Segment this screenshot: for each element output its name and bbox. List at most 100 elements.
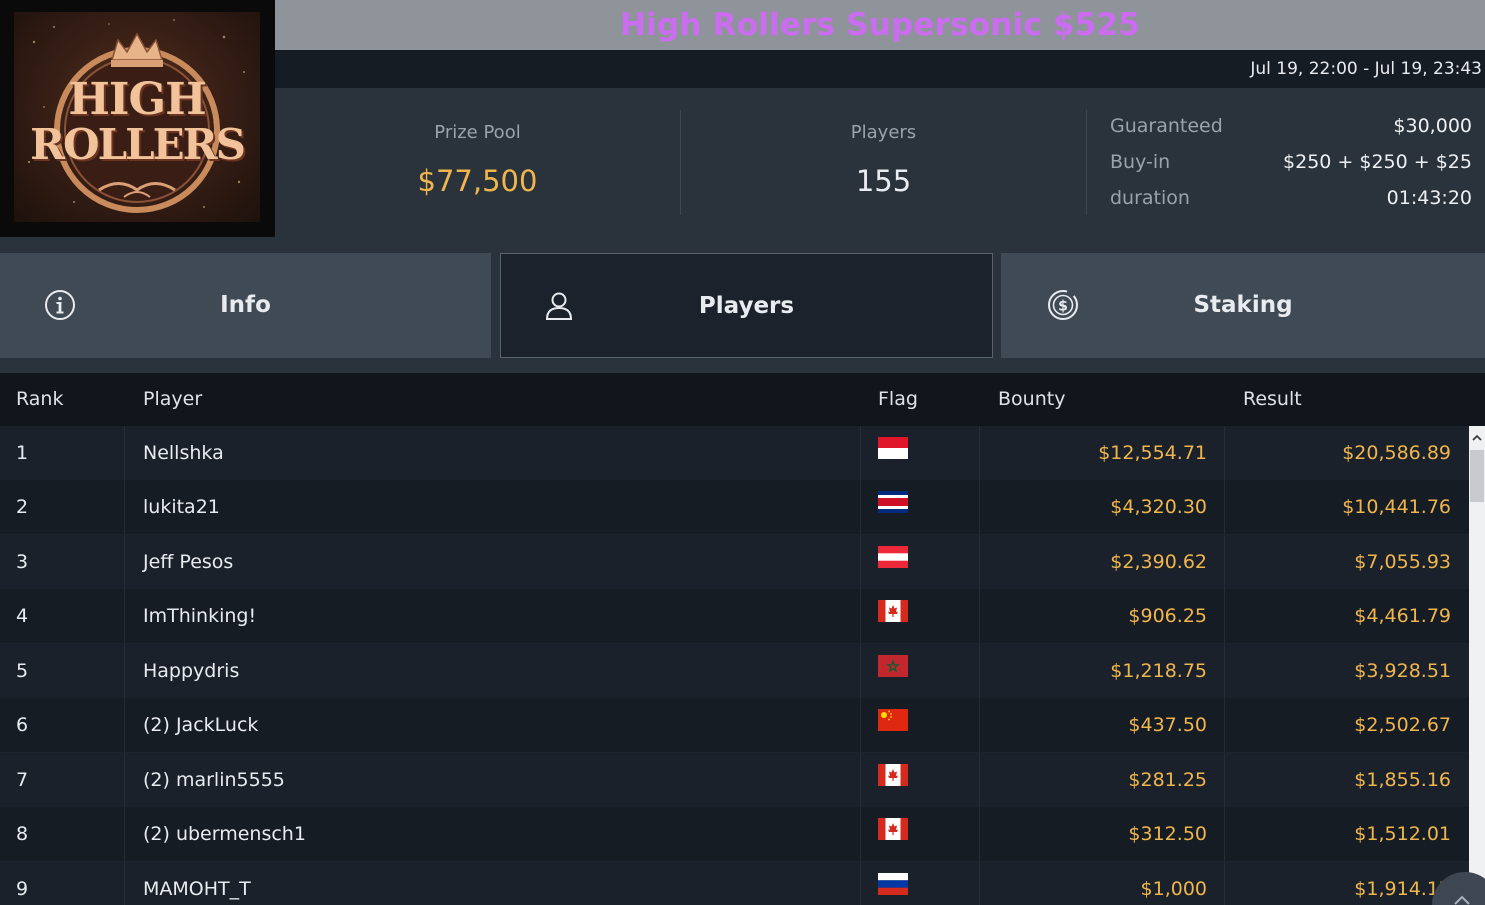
chevron-up-icon: [1454, 895, 1470, 905]
flag-cell: [878, 818, 908, 840]
rank-cell: 9: [16, 878, 29, 900]
player-name-cell[interactable]: Nellshka: [143, 426, 224, 480]
morocco-flag-icon: [878, 655, 908, 677]
logo-text-line1: HIGH: [68, 74, 206, 125]
indonesia-flag-icon: [878, 437, 908, 459]
result-cell: $10,441.76: [1342, 496, 1451, 518]
tournament-title-bar: High Rollers Supersonic $525: [275, 0, 1485, 50]
column-divider: [1224, 753, 1225, 807]
result-cell: $4,461.79: [1354, 605, 1451, 627]
table-row[interactable]: 8 (2) ubermensch1 $312.50 $1,512.01: [0, 807, 1469, 862]
column-divider: [860, 862, 861, 905]
flag-cell: [878, 546, 908, 568]
table-row[interactable]: 2 lukita21 $4,320.30 $10,441.76: [0, 480, 1469, 535]
bounty-cell: $281.25: [1128, 769, 1207, 791]
column-divider: [860, 589, 861, 643]
player-name-cell[interactable]: (2) JackLuck: [143, 698, 258, 752]
austria-flag-icon: [878, 546, 908, 568]
tab-players[interactable]: Players: [500, 253, 993, 358]
scrollbar-thumb[interactable]: [1470, 450, 1484, 502]
column-divider: [1224, 589, 1225, 643]
player-name-cell[interactable]: Happydris: [143, 644, 239, 698]
flag-cell: [878, 600, 908, 622]
table-row[interactable]: 3 Jeff Pesos $2,390.62 $7,055.93: [0, 535, 1469, 590]
player-name-cell[interactable]: (2) marlin5555: [143, 753, 285, 807]
column-divider: [1224, 535, 1225, 589]
bounty-cell: $2,390.62: [1110, 551, 1207, 573]
table-scrollbar[interactable]: [1469, 426, 1485, 905]
table-row[interactable]: 5 Happydris $1,218.75 $3,928.51: [0, 644, 1469, 699]
column-divider: [860, 644, 861, 698]
stats-divider: [1086, 110, 1087, 215]
table-row[interactable]: 4 ImThinking! $906.25 $4,461.79: [0, 589, 1469, 644]
rank-cell: 1: [16, 442, 29, 464]
flag-cell: [878, 764, 908, 786]
duration-label: duration: [1110, 187, 1190, 209]
column-divider: [1224, 807, 1225, 861]
column-divider: [124, 589, 125, 643]
flag-cell: [878, 873, 908, 895]
flag-cell: [878, 491, 908, 513]
result-cell: $20,586.89: [1342, 442, 1451, 464]
tab-staking[interactable]: $ Staking: [1001, 253, 1485, 358]
canada-flag-icon: [878, 600, 908, 622]
date-range-bar: Jul 19, 22:00 - Jul 19, 23:43: [275, 50, 1485, 88]
table-row[interactable]: 6 (2) JackLuck $437.50 $2,502.67: [0, 698, 1469, 753]
tournament-stats: Prize Pool $77,500 Players 155 Guarantee…: [275, 88, 1485, 237]
bounty-cell: $1,218.75: [1110, 660, 1207, 682]
tournament-title: High Rollers Supersonic $525: [620, 7, 1140, 43]
date-range: Jul 19, 22:00 - Jul 19, 23:43: [1250, 59, 1482, 79]
result-cell: $7,055.93: [1354, 551, 1451, 573]
column-divider: [124, 535, 125, 589]
buyin-value: $250 + $250 + $25: [1283, 151, 1472, 173]
header-bounty[interactable]: Bounty: [998, 373, 1065, 426]
header-player[interactable]: Player: [143, 373, 202, 426]
tab-info[interactable]: Info: [0, 253, 491, 358]
column-divider: [860, 698, 861, 752]
player-name-cell[interactable]: ImThinking!: [143, 589, 256, 643]
column-divider: [1224, 644, 1225, 698]
chevron-up-icon: [1472, 434, 1482, 441]
result-cell: $1,914.17: [1354, 878, 1451, 900]
rank-cell: 2: [16, 496, 29, 518]
table-row[interactable]: 9 MAMOHT_T $1,000 $1,914.17: [0, 862, 1469, 905]
canada-flag-icon: [878, 764, 908, 786]
rank-cell: 5: [16, 660, 29, 682]
rank-cell: 3: [16, 551, 29, 573]
logo-image: HIGH ROLLERS: [14, 12, 260, 222]
result-cell: $2,502.67: [1354, 714, 1451, 736]
players-table-header: Rank Player Flag Bounty Result: [0, 373, 1485, 426]
column-divider: [1224, 862, 1225, 905]
tournament-logo: HIGH ROLLERS: [0, 0, 275, 237]
bounty-cell: $312.50: [1128, 823, 1207, 845]
player-name-cell[interactable]: lukita21: [143, 480, 220, 534]
column-divider: [1224, 698, 1225, 752]
tab-players-label: Players: [698, 293, 795, 319]
player-name-cell[interactable]: MAMOHT_T: [143, 862, 251, 905]
header-flag[interactable]: Flag: [878, 373, 918, 426]
table-row[interactable]: 7 (2) marlin5555 $281.25 $1,855.16: [0, 753, 1469, 808]
logo-text-line2: ROLLERS: [30, 120, 246, 169]
scroll-up-button[interactable]: [1469, 426, 1485, 450]
column-divider: [1224, 480, 1225, 534]
column-divider: [860, 426, 861, 480]
column-divider: [124, 698, 125, 752]
column-divider: [860, 753, 861, 807]
guaranteed-value: $30,000: [1393, 115, 1472, 137]
table-row[interactable]: 1 Nellshka $12,554.71 $20,586.89: [0, 426, 1469, 481]
column-divider: [860, 535, 861, 589]
player-name-cell[interactable]: Jeff Pesos: [143, 535, 233, 589]
header-result[interactable]: Result: [1243, 373, 1302, 426]
result-cell: $1,855.16: [1354, 769, 1451, 791]
header-rank[interactable]: Rank: [16, 373, 63, 426]
tab-staking-label: Staking: [1193, 292, 1293, 318]
column-divider: [860, 480, 861, 534]
column-divider: [124, 426, 125, 480]
column-divider: [124, 644, 125, 698]
player-name-cell[interactable]: (2) ubermensch1: [143, 807, 306, 861]
players-count-block: Players 155: [681, 88, 1086, 237]
costa-rica-flag-icon: [878, 491, 908, 513]
column-divider: [124, 480, 125, 534]
rank-cell: 6: [16, 714, 29, 736]
buyin-label: Buy-in: [1110, 151, 1171, 173]
